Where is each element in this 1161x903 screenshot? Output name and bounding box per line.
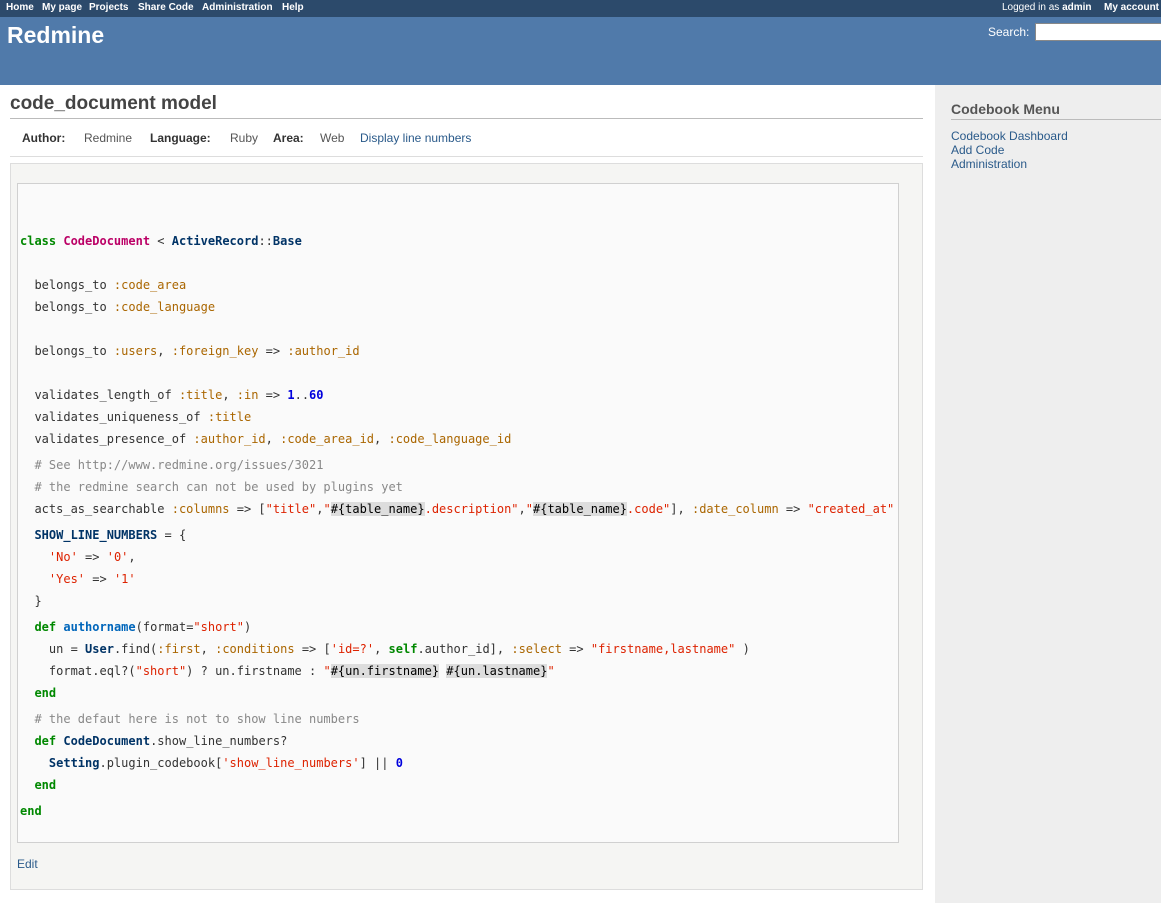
search-input[interactable] bbox=[1035, 23, 1161, 41]
code-line: 'No' => '0', bbox=[48, 550, 136, 564]
nav-my-page[interactable]: My page bbox=[42, 2, 82, 13]
code-line: acts_as_searchable :columns => ["title",… bbox=[20, 502, 895, 516]
language-value: Ruby bbox=[230, 131, 259, 145]
logged-in-as: Logged in as admin bbox=[1002, 2, 1092, 13]
title-divider bbox=[10, 118, 923, 119]
area-label: Area: bbox=[273, 131, 304, 145]
code-line: end bbox=[34, 686, 57, 700]
search-label: Search: bbox=[988, 25, 1030, 39]
top-menu: Home My page Projects Share Code Adminis… bbox=[0, 0, 1161, 17]
code-line: def authorname(format="short") bbox=[34, 620, 252, 634]
sidebar: Codebook Menu Codebook Dashboard Add Cod… bbox=[935, 85, 1161, 903]
author-label: Author: bbox=[22, 131, 66, 145]
code-line: # the defaut here is not to show line nu… bbox=[20, 712, 360, 726]
code-line: validates_uniqueness_of :title bbox=[20, 410, 252, 424]
sidebar-divider bbox=[951, 119, 1161, 120]
logged-in-prefix: Logged in as bbox=[1002, 2, 1060, 13]
edit-link[interactable]: Edit bbox=[17, 857, 38, 871]
page-title: code_document model bbox=[10, 93, 217, 114]
code-line: belongs_to :code_area bbox=[20, 278, 187, 292]
logged-in-user[interactable]: admin bbox=[1062, 2, 1091, 13]
app-title[interactable]: Redmine bbox=[7, 22, 104, 49]
nav-projects[interactable]: Projects bbox=[89, 2, 128, 13]
sidebar-link-administration[interactable]: Administration bbox=[951, 157, 1027, 171]
display-line-numbers-link[interactable]: Display line numbers bbox=[360, 131, 471, 145]
code-line: # See http://www.redmine.org/issues/3021 bbox=[20, 458, 324, 472]
code-line: belongs_to :users, :foreign_key => :auth… bbox=[20, 344, 360, 358]
code-line: belongs_to :code_language bbox=[20, 300, 216, 314]
sidebar-link-codebook-dashboard[interactable]: Codebook Dashboard bbox=[951, 129, 1068, 143]
sidebar-heading: Codebook Menu bbox=[951, 101, 1060, 117]
language-label: Language: bbox=[150, 131, 211, 145]
header: Redmine Search: bbox=[0, 17, 1161, 85]
code-line: format.eql?("short") ? un.firstname : "#… bbox=[20, 664, 555, 678]
code-line: def CodeDocument.show_line_numbers? bbox=[34, 734, 288, 748]
area-value: Web bbox=[320, 131, 345, 145]
code-line: end bbox=[34, 778, 57, 792]
code-line: end bbox=[20, 804, 42, 818]
nav-help[interactable]: Help bbox=[282, 2, 304, 13]
code-line: validates_length_of :title, :in => 1..60 bbox=[20, 388, 324, 402]
code-line: Setting.plugin_codebook['show_line_numbe… bbox=[48, 756, 403, 770]
nav-share-code[interactable]: Share Code bbox=[138, 2, 194, 13]
code-line: class CodeDocument < ActiveRecord::Base bbox=[20, 234, 302, 248]
code-line: un = User.find(:first, :conditions => ['… bbox=[20, 642, 750, 656]
code-line: SHOW_LINE_NUMBERS = { bbox=[34, 528, 187, 542]
nav-home[interactable]: Home bbox=[6, 2, 34, 13]
meta-divider bbox=[10, 156, 923, 157]
code-line: # the redmine search can not be used by … bbox=[20, 480, 403, 494]
code-line: } bbox=[20, 594, 42, 608]
nav-administration[interactable]: Administration bbox=[202, 2, 273, 13]
code-line: validates_presence_of :author_id, :code_… bbox=[20, 432, 512, 446]
sidebar-link-add-code[interactable]: Add Code bbox=[951, 143, 1004, 157]
code-line: 'Yes' => '1' bbox=[48, 572, 136, 586]
author-value: Redmine bbox=[84, 131, 133, 145]
nav-my-account[interactable]: My account bbox=[1104, 2, 1159, 13]
